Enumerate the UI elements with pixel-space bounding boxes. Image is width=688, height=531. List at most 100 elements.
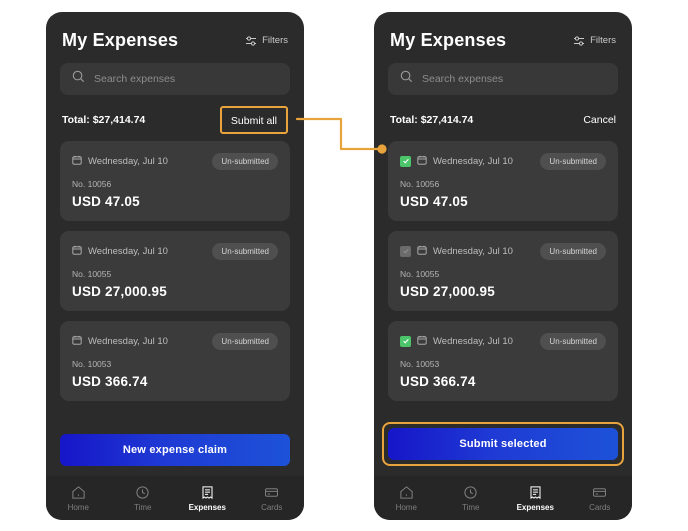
- primary-action-area-left: New expense claim: [60, 434, 290, 476]
- cancel-button[interactable]: Cancel: [583, 114, 616, 126]
- expense-date: Wednesday, Jul 10: [88, 155, 168, 167]
- status-badge: Un-submitted: [540, 242, 606, 260]
- status-badge: Un-submitted: [212, 242, 278, 260]
- app-screen-right: My Expenses Filters Search expenses Tota…: [374, 12, 632, 476]
- search-icon: [72, 70, 85, 88]
- status-badge: Un-submitted: [212, 332, 278, 350]
- expense-checkbox[interactable]: [400, 335, 411, 347]
- page-title: My Expenses: [390, 30, 507, 50]
- nav-item-cards[interactable]: Cards: [244, 485, 300, 512]
- expense-date: Wednesday, Jul 10: [88, 335, 168, 347]
- nav-label-cards: Cards: [261, 502, 283, 512]
- expense-card-header: Wednesday, Jul 10 Un-submitted: [400, 242, 606, 260]
- receipt-icon: [200, 485, 215, 500]
- expense-amount: USD 366.74: [72, 374, 148, 389]
- submit-all-label: Submit all: [230, 115, 277, 127]
- calendar-icon: [417, 152, 427, 170]
- nav-label-home: Home: [67, 502, 89, 512]
- expense-amount: USD 27,000.95: [400, 284, 495, 299]
- nav-item-cards[interactable]: Cards: [572, 485, 628, 512]
- total-amount-label: Total: $27,414.74: [62, 114, 146, 126]
- new-expense-claim-button[interactable]: New expense claim: [60, 434, 290, 466]
- nav-item-time[interactable]: Time: [443, 485, 499, 512]
- total-row-right: Total: $27,414.74 Cancel: [388, 109, 618, 131]
- status-badge: Un-submitted: [540, 152, 606, 170]
- app-screen-left: My Expenses Filters Search expenses Tota…: [46, 12, 304, 476]
- expense-amount: USD 47.05: [400, 194, 468, 209]
- expense-checkbox[interactable]: [400, 245, 411, 257]
- bottom-navigation-left: Home Time Expenses Cards: [46, 476, 304, 520]
- expense-number: No. 10055: [400, 269, 440, 279]
- calendar-icon: [72, 242, 82, 260]
- app-header: My Expenses Filters: [388, 12, 618, 61]
- expense-card-header: Wednesday, Jul 10 Un-submitted: [72, 332, 278, 350]
- nav-item-home[interactable]: Home: [378, 485, 434, 512]
- card-icon: [592, 485, 607, 500]
- search-placeholder: Search expenses: [94, 73, 176, 85]
- expense-checkbox[interactable]: [400, 155, 411, 167]
- clock-icon: [135, 485, 150, 500]
- expense-list-left: Wednesday, Jul 10 Un-submitted No. 10056…: [60, 141, 290, 401]
- expense-list-right: Wednesday, Jul 10 Un-submitted No. 10056…: [388, 141, 618, 401]
- table-row[interactable]: Wednesday, Jul 10 Un-submitted No. 10056…: [388, 141, 618, 221]
- nav-label-time: Time: [462, 502, 480, 512]
- table-row[interactable]: Wednesday, Jul 10 Un-submitted No. 10053…: [388, 321, 618, 401]
- total-row-left: Total: $27,414.74 Submit all: [60, 106, 290, 134]
- calendar-icon: [72, 152, 82, 170]
- expense-number: No. 10055: [72, 269, 112, 279]
- filters-label: Filters: [590, 35, 616, 46]
- receipt-icon: [528, 485, 543, 500]
- page-title: My Expenses: [62, 30, 179, 50]
- submit-all-button[interactable]: Submit all: [219, 106, 288, 134]
- card-icon: [264, 485, 279, 500]
- expense-amount: USD 27,000.95: [72, 284, 167, 299]
- expense-card-header: Wednesday, Jul 10 Un-submitted: [400, 332, 606, 350]
- expense-date: Wednesday, Jul 10: [88, 245, 168, 257]
- nav-item-expenses[interactable]: Expenses: [179, 485, 235, 512]
- home-icon: [399, 485, 414, 500]
- nav-label-time: Time: [134, 502, 152, 512]
- filters-icon: [573, 35, 585, 47]
- expense-number: No. 10056: [400, 179, 440, 189]
- expense-card-header: Wednesday, Jul 10 Un-submitted: [400, 152, 606, 170]
- table-row[interactable]: Wednesday, Jul 10 Un-submitted No. 10055…: [388, 231, 618, 311]
- expense-date: Wednesday, Jul 10: [433, 245, 513, 257]
- primary-action-area-right: Submit selected: [382, 422, 624, 476]
- search-input[interactable]: Search expenses: [60, 63, 290, 95]
- nav-label-home: Home: [395, 502, 417, 512]
- nav-item-expenses[interactable]: Expenses: [507, 485, 563, 512]
- nav-item-time[interactable]: Time: [115, 485, 171, 512]
- table-row[interactable]: Wednesday, Jul 10 Un-submitted No. 10056…: [60, 141, 290, 221]
- search-input[interactable]: Search expenses: [388, 63, 618, 95]
- expense-card-header: Wednesday, Jul 10 Un-submitted: [72, 242, 278, 260]
- phone-mockup-right: My Expenses Filters Search expenses Tota…: [374, 12, 632, 520]
- filters-label: Filters: [262, 35, 288, 46]
- expense-amount: USD 366.74: [400, 374, 476, 389]
- nav-label-cards: Cards: [589, 502, 611, 512]
- expense-number: No. 10053: [72, 359, 112, 369]
- submit-selected-button[interactable]: Submit selected: [388, 428, 618, 460]
- screenshot-canvas: My Expenses Filters Search expenses Tota…: [0, 0, 688, 531]
- total-amount-label: Total: $27,414.74: [390, 114, 474, 126]
- expense-date: Wednesday, Jul 10: [433, 155, 513, 167]
- table-row[interactable]: Wednesday, Jul 10 Un-submitted No. 10055…: [60, 231, 290, 311]
- expense-number: No. 10056: [72, 179, 112, 189]
- expense-date: Wednesday, Jul 10: [433, 335, 513, 347]
- expense-card-header: Wednesday, Jul 10 Un-submitted: [72, 152, 278, 170]
- filters-button[interactable]: Filters: [573, 35, 616, 47]
- expense-number: No. 10053: [400, 359, 440, 369]
- search-placeholder: Search expenses: [422, 73, 504, 85]
- clock-icon: [463, 485, 478, 500]
- app-header: My Expenses Filters: [60, 12, 290, 61]
- nav-label-expenses: Expenses: [188, 502, 226, 512]
- status-badge: Un-submitted: [540, 332, 606, 350]
- submit-selected-highlight: Submit selected: [382, 422, 624, 466]
- bottom-navigation-right: Home Time Expenses Cards: [374, 476, 632, 520]
- filters-icon: [245, 35, 257, 47]
- filters-button[interactable]: Filters: [245, 35, 288, 47]
- nav-item-home[interactable]: Home: [50, 485, 106, 512]
- table-row[interactable]: Wednesday, Jul 10 Un-submitted No. 10053…: [60, 321, 290, 401]
- status-badge: Un-submitted: [212, 152, 278, 170]
- expense-amount: USD 47.05: [72, 194, 140, 209]
- nav-label-expenses: Expenses: [516, 502, 554, 512]
